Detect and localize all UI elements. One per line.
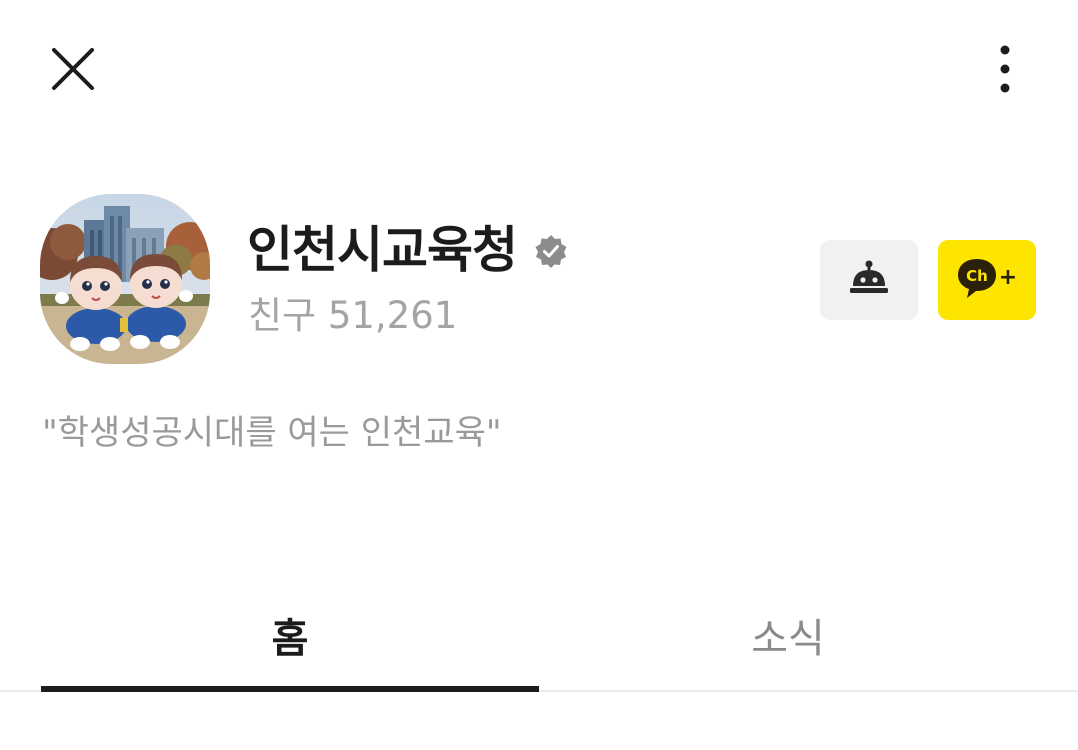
close-icon[interactable] <box>42 38 104 100</box>
chatbot-button[interactable] <box>820 240 918 320</box>
channel-add-label: Ch <box>966 267 988 285</box>
channel-description: "학생성공시대를 여는 인천교육" <box>42 413 502 453</box>
add-channel-button[interactable]: Ch + <box>938 240 1036 320</box>
friend-count: 친구 51,261 <box>248 294 458 337</box>
profile-photo <box>40 194 210 364</box>
chatbot-icon <box>849 260 889 300</box>
channel-add-icon: Ch + <box>955 254 1019 306</box>
verified-badge-icon <box>534 234 568 268</box>
active-tab-indicator <box>41 686 539 692</box>
more-vertical-icon[interactable] <box>975 38 1035 100</box>
tab-bar: 홈 소식 <box>0 580 1078 692</box>
profile-avatar[interactable] <box>40 194 210 364</box>
channel-add-plus: + <box>999 265 1017 290</box>
channel-profile-screen: 인천시교육청 친구 51,261 Ch + "학생성공시대를 여는 인천교육" … <box>0 0 1078 750</box>
tab-news[interactable]: 소식 <box>539 580 1037 690</box>
tab-home[interactable]: 홈 <box>41 580 539 690</box>
channel-name: 인천시교육청 <box>247 221 518 279</box>
